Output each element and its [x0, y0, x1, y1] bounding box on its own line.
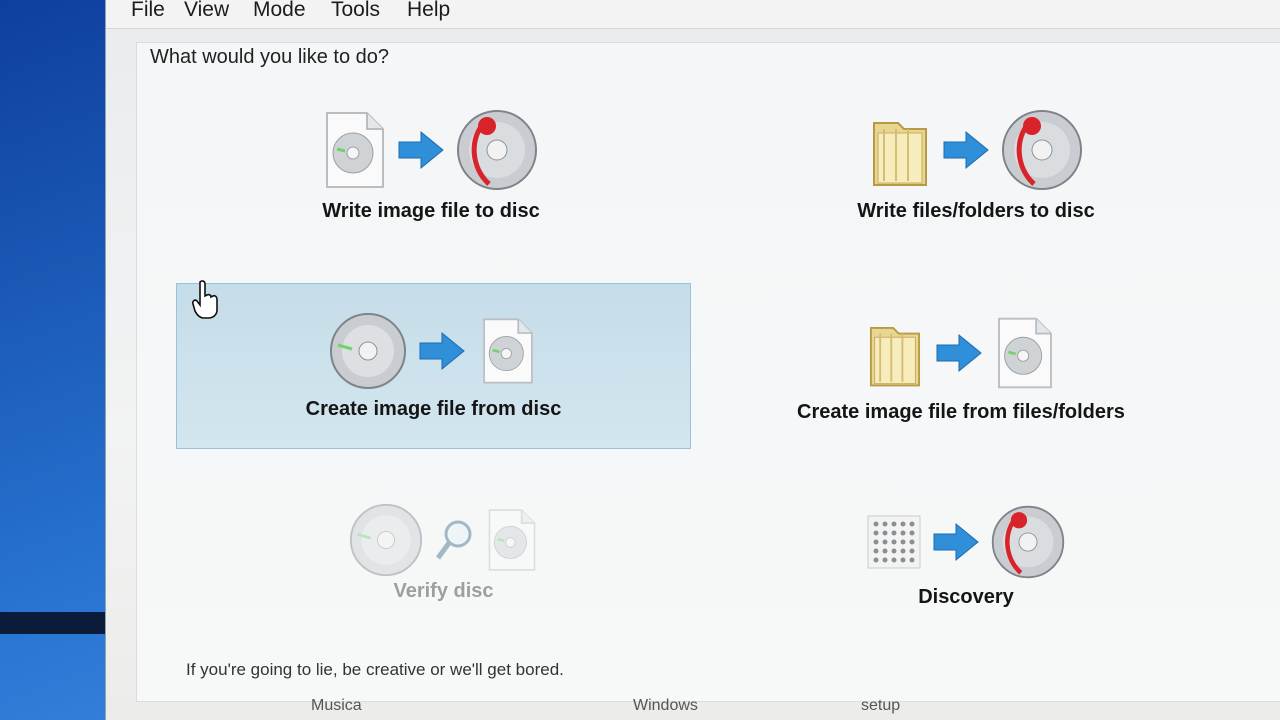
task-icons [836, 497, 1096, 587]
background-item-musica: Musica [311, 697, 362, 714]
task-icons [286, 105, 576, 195]
writable-disc-icon [991, 505, 1065, 579]
task-label: Discovery [918, 586, 1014, 608]
arrow-right-icon [398, 130, 444, 170]
disc-image-file-icon [482, 318, 533, 384]
menu-file[interactable]: File [131, 0, 165, 22]
menu-view[interactable]: View [184, 0, 229, 22]
folder-icon [869, 327, 921, 387]
discovery-button[interactable]: Discovery [836, 500, 1096, 615]
create-image-from-disc-button[interactable]: Create image file from disc [176, 283, 691, 449]
arrow-right-icon [936, 333, 982, 373]
task-icons [811, 105, 1141, 195]
verify-disc-button[interactable]: Verify disc [306, 500, 581, 610]
menu-mode[interactable]: Mode [253, 0, 306, 22]
disc-image-file-icon [488, 509, 535, 571]
writable-disc-icon [1002, 110, 1082, 190]
task-label: Create image file from files/folders [797, 401, 1125, 423]
task-label: Write image file to disc [322, 200, 540, 222]
menu-help[interactable]: Help [407, 0, 450, 22]
folder-icon [873, 122, 927, 186]
disc-icon [329, 313, 406, 389]
writable-disc-icon [457, 110, 537, 190]
arrow-right-icon [933, 522, 979, 562]
magnifier-icon [435, 520, 471, 560]
task-label: Verify disc [393, 580, 494, 602]
task-icons [761, 308, 1161, 398]
task-icons [306, 495, 581, 585]
disc-icon [349, 503, 422, 577]
task-label: Create image file from disc [305, 398, 562, 420]
task-label: Write files/folders to disc [857, 200, 1095, 222]
menu-bar: File View Mode Tools Help [106, 0, 1280, 29]
create-image-from-files-button[interactable]: Create image file from files/folders [761, 305, 1161, 435]
status-tip: If you're going to lie, be creative or w… [186, 660, 564, 679]
background-item-windows: Windows [633, 697, 698, 714]
task-icons [177, 306, 690, 396]
imgburn-window: File View Mode Tools Help What would you… [105, 0, 1280, 720]
write-files-to-disc-button[interactable]: Write files/folders to disc [811, 100, 1141, 230]
page-title: What would you like to do? [150, 46, 390, 68]
dot-grid-icon [867, 515, 921, 569]
write-image-to-disc-button[interactable]: Write image file to disc [286, 100, 576, 230]
disc-image-file-icon [326, 112, 384, 188]
background-item-setup: setup [861, 697, 901, 714]
arrow-right-icon [943, 130, 989, 170]
hand-cursor-icon [192, 280, 222, 325]
disc-image-file-icon [998, 317, 1052, 389]
menu-tools[interactable]: Tools [331, 0, 380, 22]
arrow-right-icon [419, 331, 465, 371]
